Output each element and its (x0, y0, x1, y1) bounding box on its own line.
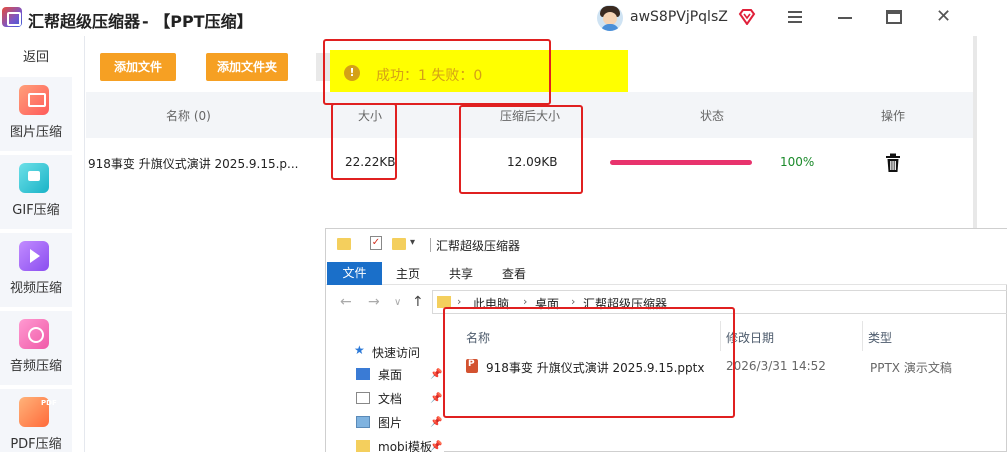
folder-icon[interactable] (337, 238, 351, 250)
add-file-button[interactable]: 添加文件 (100, 53, 176, 81)
breadcrumb-this-pc[interactable]: 此电脑 (473, 295, 509, 312)
tab-home[interactable]: 主页 (396, 265, 420, 282)
sidebar-item-label: PDF压缩 (10, 437, 62, 452)
tab-file[interactable]: 文件 (327, 262, 382, 285)
address-bar[interactable]: › 此电脑 › 桌面 › 汇帮超级压缩器 (432, 290, 1007, 314)
list-item[interactable]: 918事变 升旗仪式演讲 2025.9.15.pptx 2026/3/31 14… (444, 355, 1007, 377)
pin-icon[interactable]: 📌 (430, 393, 442, 404)
file-name: 918事变 升旗仪式演讲 2025.9.15.pptx (486, 361, 705, 375)
star-icon: ★ (354, 343, 365, 357)
col-size: 大小 (358, 109, 383, 123)
document-icon (356, 392, 370, 404)
image-icon (19, 85, 49, 115)
recent-dropdown-icon[interactable]: ∨ (394, 297, 401, 308)
add-folder-button[interactable]: 添加文件夹 (206, 53, 288, 81)
sidebar-item-video[interactable]: 视频压缩 (0, 233, 72, 307)
pdf-icon-tag: PDF (41, 399, 57, 407)
table-row[interactable]: 918事变 升旗仪式演讲 2025.9.15.p... 22.22KB 12.0… (86, 138, 974, 188)
folder-icon (356, 440, 370, 452)
sidebar-divider (84, 36, 85, 452)
breadcrumb-folder[interactable]: 汇帮超级压缩器 (583, 295, 667, 312)
progress-percent: 100% (780, 155, 815, 169)
video-icon (19, 241, 49, 271)
progress-bar (610, 160, 752, 165)
chevron-right-icon[interactable]: › (571, 295, 575, 308)
chevron-down-icon[interactable]: ▾ (410, 237, 415, 248)
back-link[interactable]: 返回 (0, 46, 72, 65)
gif-icon (19, 163, 49, 193)
pin-icon[interactable]: 📌 (430, 417, 442, 428)
tab-view[interactable]: 查看 (502, 265, 526, 282)
quick-access-toolbar: ✓ ▾ 汇帮超级压缩器 (326, 229, 1007, 261)
maximize-icon[interactable] (886, 10, 902, 24)
trash-icon[interactable] (885, 153, 901, 173)
col-type[interactable]: 类型 (868, 329, 892, 346)
sidebar-item-label: 视频压缩 (9, 281, 62, 296)
sidebar-item-label: GIF压缩 (12, 203, 60, 218)
file-size: 22.22KB (345, 155, 396, 169)
chevron-right-icon[interactable]: › (523, 295, 527, 308)
ribbon-tabs: 文件 主页 共享 查看 (326, 261, 1007, 285)
col-file-name[interactable]: 名称 (466, 329, 490, 346)
chevron-right-icon[interactable]: › (457, 295, 461, 308)
explorer-title: 汇帮超级压缩器 (436, 239, 521, 253)
divider (430, 238, 431, 252)
page-title: - 【PPT压缩】 (142, 12, 253, 31)
menu-icon[interactable] (788, 11, 802, 23)
file-type: PPTX 演示文稿 (870, 361, 952, 375)
pptx-file-icon (466, 359, 478, 373)
sidebar: 返回 图片压缩 GIF压缩 视频压缩 音频压缩 PDF PDF压缩 (0, 36, 72, 452)
forward-arrow-icon[interactable]: → (368, 294, 380, 310)
address-bar-row: ← → ∨ ↑ › 此电脑 › 桌面 › 汇帮超级压缩器 (326, 286, 1007, 318)
app-logo-icon (2, 7, 22, 27)
sidebar-item-gif[interactable]: GIF压缩 (0, 155, 72, 229)
pictures-icon (356, 416, 370, 428)
sidebar-item-audio[interactable]: 音频压缩 (0, 311, 72, 385)
tab-share[interactable]: 共享 (449, 265, 473, 282)
pin-icon[interactable]: 📌 (430, 441, 442, 452)
result-toast: ! 成功：1 失败：0 (330, 50, 628, 97)
toast-message: 成功：1 失败：0 (376, 68, 483, 84)
hidden-button[interactable] (316, 53, 330, 81)
file-name: 918事变 升旗仪式演讲 2025.9.15.p... (88, 157, 299, 171)
divider (862, 321, 863, 351)
app-title: 汇帮超级压缩器 (28, 12, 141, 31)
divider (720, 321, 721, 351)
col-name: 名称 (0) (166, 109, 211, 123)
close-icon[interactable]: ✕ (936, 8, 951, 26)
up-arrow-icon[interactable]: ↑ (412, 294, 424, 310)
sidebar-item-label: 音频压缩 (9, 359, 62, 374)
properties-icon[interactable]: ✓ (370, 236, 382, 250)
pdf-icon: PDF (19, 397, 57, 427)
col-modified[interactable]: 修改日期 (726, 329, 774, 346)
vip-diamond-icon[interactable] (738, 9, 756, 25)
desktop-icon (356, 368, 370, 380)
col-compressed-size: 压缩后大小 (500, 109, 561, 123)
back-arrow-icon[interactable]: ← (340, 294, 352, 310)
sidebar-item-label: 图片压缩 (9, 125, 62, 140)
folder-icon (437, 296, 451, 308)
file-modified: 2026/3/31 14:52 (726, 359, 826, 373)
title-bar: 汇帮超级压缩器 - 【PPT压缩】 awS8PVjPqlsZ ✕ (0, 0, 975, 36)
avatar-shirt (601, 24, 619, 31)
compressed-size: 12.09KB (507, 155, 558, 169)
minimize-icon[interactable] (838, 17, 852, 19)
sidebar-item-image[interactable]: 图片压缩 (0, 77, 72, 151)
sidebar-item-pdf[interactable]: PDF PDF压缩 (0, 389, 72, 452)
user-avatar[interactable] (597, 5, 623, 31)
file-explorer-window: ✓ ▾ 汇帮超级压缩器 文件 主页 共享 查看 ← → ∨ ↑ › 此电脑 › … (325, 228, 1007, 452)
navigation-pane: ★ 快速访问 桌面 📌 文档 📌 图片 📌 mobi模板 📌 (326, 319, 444, 452)
table-header: 名称 (0) 大小 压缩后大小 状态 操作 (86, 92, 974, 138)
pin-icon[interactable]: 📌 (430, 369, 442, 380)
breadcrumb-desktop[interactable]: 桌面 (535, 295, 559, 312)
new-folder-icon[interactable] (392, 238, 406, 250)
col-status: 状态 (700, 109, 725, 123)
file-list-header: 名称 修改日期 类型 (444, 319, 1007, 353)
info-icon: ! (344, 65, 360, 81)
username[interactable]: awS8PVjPqlsZ (630, 9, 728, 25)
col-actions: 操作 (881, 109, 906, 123)
audio-icon (19, 319, 49, 349)
